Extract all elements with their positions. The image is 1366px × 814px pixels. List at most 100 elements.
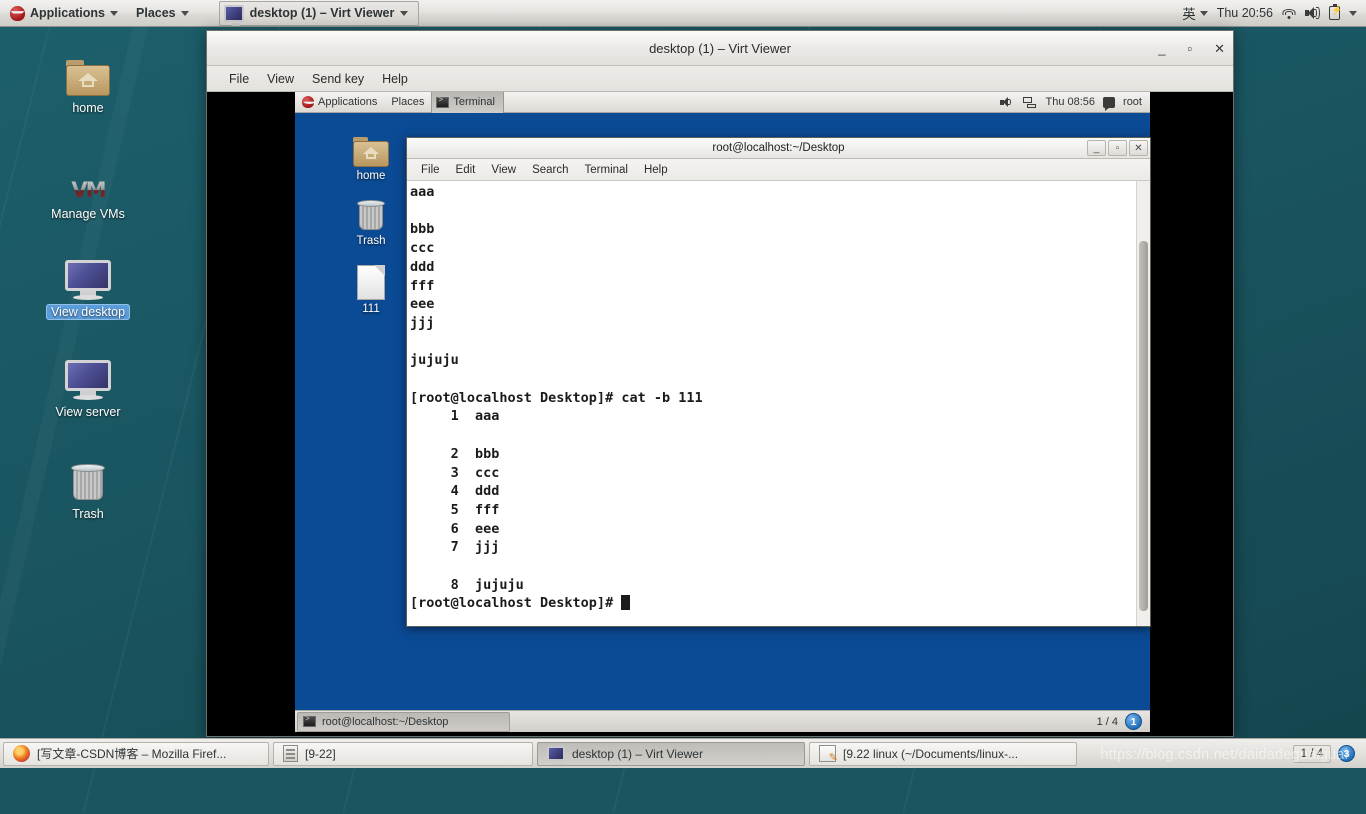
virt-viewer-display[interactable]: Applications Places Terminal Thu — [207, 92, 1233, 736]
desktop-icon-manage-vms[interactable]: VM Manage VMs — [33, 150, 143, 222]
guest-desktop-icon-home[interactable]: home — [334, 123, 408, 182]
terminal-minimize-button[interactable]: _ — [1087, 140, 1106, 156]
desktop-icon-label: View desktop — [46, 304, 130, 320]
window-task-label: desktop (1) – Virt Viewer — [250, 6, 395, 20]
chevron-down-icon[interactable] — [1349, 11, 1357, 16]
clock[interactable]: Thu 20:56 — [1217, 6, 1273, 20]
monitor-icon — [547, 746, 565, 761]
terminal-scrollbar-thumb[interactable] — [1139, 241, 1148, 611]
guest-clock[interactable]: Thu 08:56 — [1045, 96, 1095, 108]
desktop-icon-label: View server — [50, 404, 125, 420]
virt-viewer-title: desktop (1) – Virt Viewer — [649, 41, 791, 56]
terminal-menu-terminal[interactable]: Terminal — [577, 162, 636, 178]
vmware-logo-icon: VM — [33, 150, 143, 202]
taskbar-button-label: [9-22] — [305, 747, 336, 761]
guest-desktop-icon-trash[interactable]: Trash — [334, 188, 408, 247]
desktop-icon-view-desktop[interactable]: View desktop — [33, 248, 143, 320]
firefox-icon — [13, 745, 30, 762]
maximize-button[interactable]: ▫ — [1187, 42, 1192, 55]
terminal-output-text: aaa bbb ccc ddd fff eee jjj jujuju [root… — [410, 184, 703, 593]
guest-desktop-icon-label: Trash — [334, 235, 408, 247]
monitor-icon — [33, 348, 143, 400]
home-folder-icon — [33, 44, 143, 96]
guest-top-panel: Applications Places Terminal Thu — [295, 92, 1150, 113]
applications-menu[interactable]: Applications — [2, 2, 126, 25]
taskbar-button-virt-viewer[interactable]: desktop (1) – Virt Viewer — [537, 742, 805, 766]
terminal-output[interactable]: aaa bbb ccc ddd fff eee jjj jujuju [root… — [407, 181, 1136, 626]
chevron-down-icon — [400, 11, 408, 16]
chevron-down-icon — [110, 11, 118, 16]
terminal-icon — [303, 716, 316, 727]
redhat-logo-icon — [302, 96, 314, 108]
taskbar-button-archive[interactable]: [9-22] — [273, 742, 533, 766]
terminal-window-controls: _ ▫ ✕ — [1087, 140, 1148, 156]
desktop-icon-home[interactable]: home — [33, 44, 143, 116]
minimize-button[interactable]: _ — [1158, 42, 1165, 55]
guest-desktop-area[interactable]: home Trash 111 — [295, 113, 1150, 710]
virt-viewer-titlebar[interactable]: desktop (1) – Virt Viewer _ ▫ ✕ — [207, 31, 1233, 66]
terminal-menu-search[interactable]: Search — [524, 162, 576, 178]
text-editor-icon — [819, 745, 836, 762]
menu-view[interactable]: View — [258, 69, 303, 89]
taskbar-button-label: [写文章-CSDN博客 – Mozilla Firef... — [37, 745, 226, 762]
desktop-icon-trash[interactable]: Trash — [33, 450, 143, 522]
terminal-scrollbar[interactable] — [1136, 181, 1150, 626]
volume-icon[interactable] — [1000, 97, 1015, 108]
terminal-cursor — [621, 595, 630, 610]
input-method-indicator[interactable]: 英 — [1182, 3, 1208, 23]
guest-places-menu[interactable]: Places — [384, 92, 431, 113]
trash-icon — [33, 450, 143, 502]
guest-user-label[interactable]: root — [1123, 96, 1142, 108]
close-button[interactable]: ✕ — [1214, 42, 1225, 55]
terminal-titlebar[interactable]: root@localhost:~/Desktop _ ▫ ✕ — [407, 138, 1150, 159]
guest-taskbar-label: root@localhost:~/Desktop — [322, 716, 448, 728]
host-workspace-label[interactable]: 1 / 4 — [1293, 745, 1331, 763]
terminal-maximize-button[interactable]: ▫ — [1108, 140, 1127, 156]
window-task-virt-viewer[interactable]: desktop (1) – Virt Viewer — [219, 1, 420, 26]
menu-file[interactable]: File — [220, 69, 258, 89]
guest-screen: Applications Places Terminal Thu — [295, 92, 1150, 732]
guest-workspace-number[interactable]: 1 — [1125, 713, 1142, 730]
guest-desktop-icon-label: home — [334, 170, 408, 182]
volume-icon[interactable] — [1305, 7, 1320, 20]
terminal-menu-edit[interactable]: Edit — [448, 162, 484, 178]
applications-menu-label: Applications — [30, 6, 105, 20]
menu-send-key[interactable]: Send key — [303, 69, 373, 89]
desktop-icon-view-server[interactable]: View server — [33, 348, 143, 420]
terminal-body[interactable]: aaa bbb ccc ddd fff eee jjj jujuju [root… — [407, 181, 1150, 626]
terminal-menu-view[interactable]: View — [483, 162, 524, 178]
desktop-icon-label: Manage VMs — [46, 206, 130, 222]
wifi-icon[interactable] — [1282, 7, 1296, 19]
places-menu[interactable]: Places — [128, 2, 197, 25]
guest-applications-menu[interactable]: Applications — [295, 92, 384, 113]
virt-viewer-window: desktop (1) – Virt Viewer _ ▫ ✕ File Vie… — [206, 30, 1234, 737]
virt-viewer-menubar: File View Send key Help — [207, 66, 1233, 92]
archive-manager-icon — [283, 745, 298, 762]
terminal-menu-file[interactable]: File — [413, 162, 448, 178]
taskbar-button-firefox[interactable]: [写文章-CSDN博客 – Mozilla Firef... — [3, 742, 269, 766]
terminal-menu-help[interactable]: Help — [636, 162, 676, 178]
trash-icon — [334, 188, 408, 232]
taskbar-button-label: [9.22 linux (~/Documents/linux-... — [843, 747, 1018, 761]
virt-viewer-window-controls: _ ▫ ✕ — [1158, 31, 1225, 66]
monitor-icon — [33, 248, 143, 300]
places-menu-label: Places — [136, 6, 176, 20]
user-icon — [1103, 97, 1115, 108]
battery-icon[interactable] — [1329, 6, 1340, 20]
taskbar-button-label: desktop (1) – Virt Viewer — [572, 747, 703, 761]
terminal-close-button[interactable]: ✕ — [1129, 140, 1148, 156]
host-workspace-number[interactable]: 3 — [1338, 745, 1355, 762]
network-icon[interactable] — [1023, 97, 1037, 108]
guest-bottom-panel: root@localhost:~/Desktop 1 / 4 1 — [295, 710, 1150, 732]
terminal-menubar: File Edit View Search Terminal Help — [407, 159, 1150, 181]
guest-window-task-terminal[interactable]: Terminal — [431, 92, 504, 113]
guest-desktop-icon-111[interactable]: 111 — [334, 256, 408, 315]
guest-taskbar-button-terminal[interactable]: root@localhost:~/Desktop — [297, 712, 510, 732]
guest-workspace-label: 1 / 4 — [1097, 716, 1118, 728]
chevron-down-icon — [1200, 11, 1208, 16]
taskbar-button-text-editor[interactable]: [9.22 linux (~/Documents/linux-... — [809, 742, 1077, 766]
guest-places-label: Places — [391, 96, 424, 108]
host-top-panel: Applications Places desktop (1) – Virt V… — [0, 0, 1366, 27]
menu-help[interactable]: Help — [373, 69, 417, 89]
monitor-icon — [224, 5, 244, 22]
